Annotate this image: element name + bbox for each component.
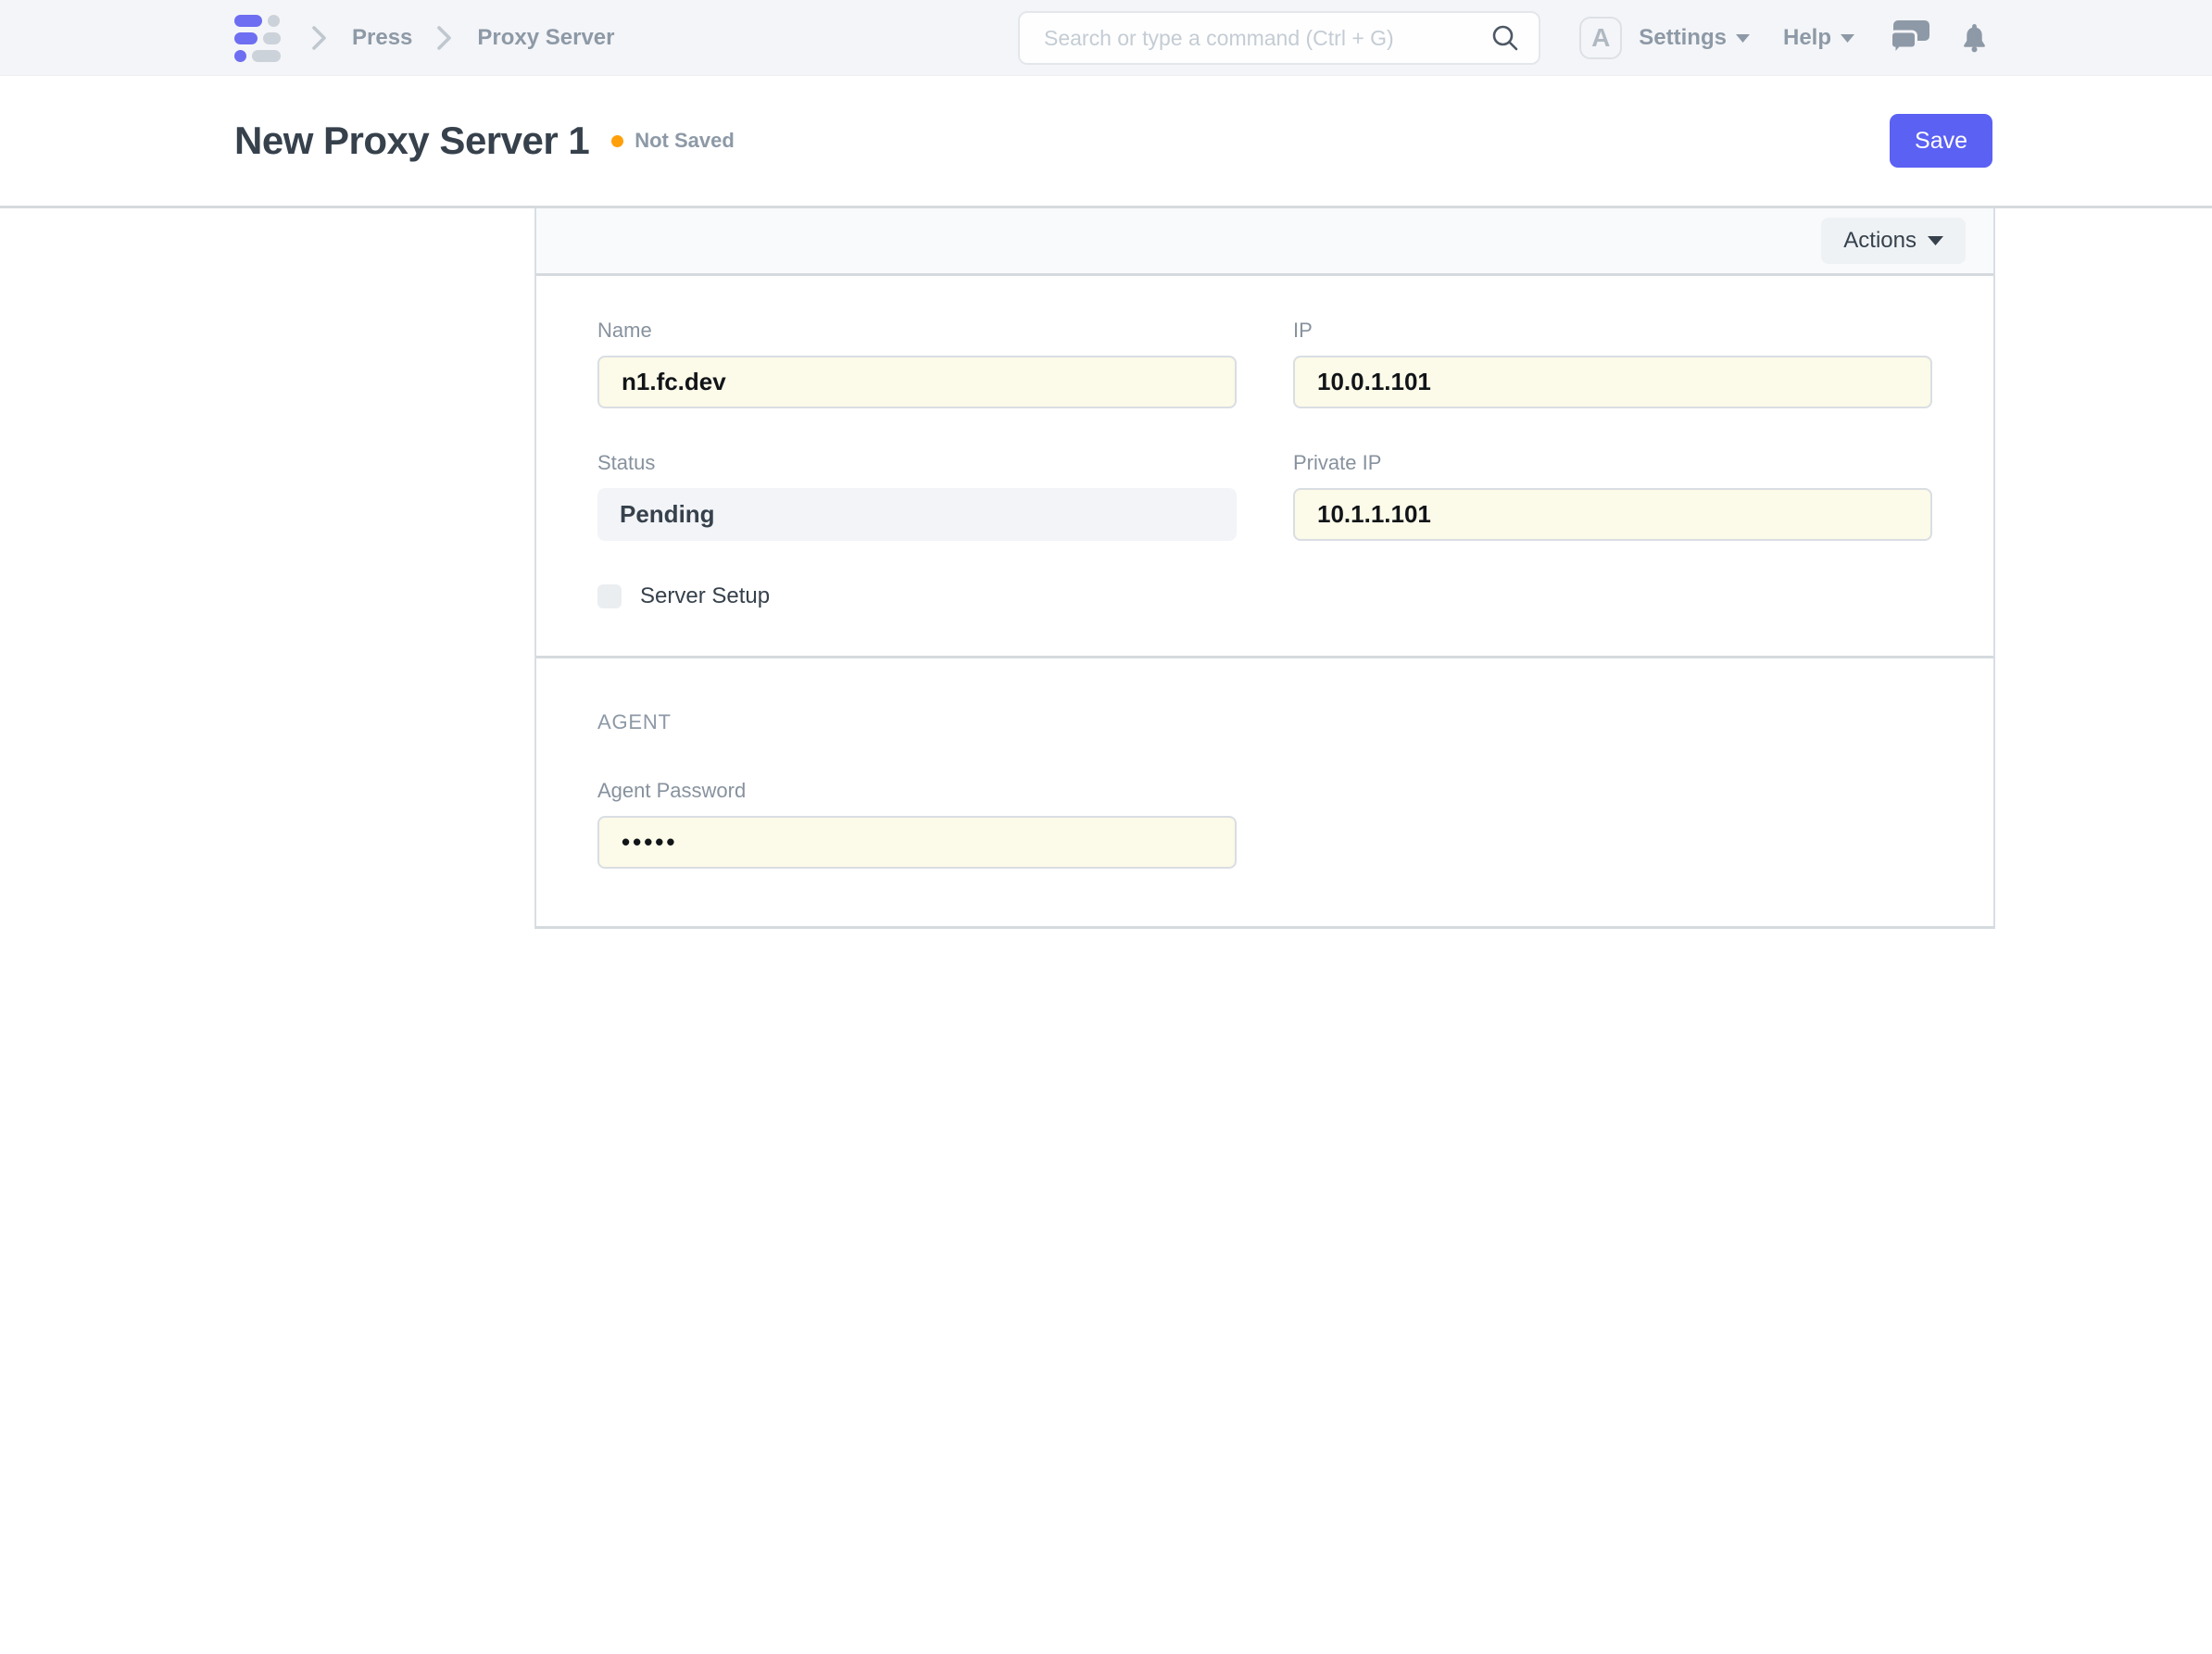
- name-input[interactable]: [597, 356, 1237, 408]
- breadcrumb-item-proxy-server[interactable]: Proxy Server: [477, 25, 614, 51]
- form-section-agent: AGENT Agent Password: [536, 658, 1993, 926]
- ip-input[interactable]: [1293, 356, 1932, 408]
- save-button[interactable]: Save: [1890, 114, 1992, 168]
- field-ip: IP: [1293, 319, 1932, 408]
- search-icon: [1492, 25, 1518, 51]
- name-label: Name: [597, 319, 652, 342]
- form-column-2: IP Private IP: [1293, 319, 1932, 609]
- unsaved-label: Not Saved: [635, 129, 735, 152]
- chat-icon[interactable]: [1890, 19, 1930, 56]
- chevron-right-icon: [312, 26, 326, 50]
- actions-label: Actions: [1843, 228, 1917, 253]
- agent-section-heading: AGENT: [597, 710, 672, 733]
- field-server-setup: Server Setup: [597, 583, 1237, 609]
- global-search: [1018, 11, 1540, 65]
- chevron-down-icon: [1735, 33, 1750, 43]
- form-section-main: Name Status Pending Server Setup IP: [536, 276, 1993, 656]
- form-card: Actions Name Status Pending Server Setu: [534, 208, 1995, 929]
- field-agent-password: Agent Password: [597, 779, 1237, 869]
- agent-password-input[interactable]: [597, 816, 1237, 869]
- breadcrumb-item-press[interactable]: Press: [352, 25, 412, 51]
- field-private-ip: Private IP: [1293, 451, 1932, 541]
- search-input[interactable]: [1044, 25, 1490, 51]
- status-value: Pending: [597, 488, 1237, 541]
- form-column-1: Name Status Pending Server Setup: [597, 319, 1237, 609]
- server-setup-label: Server Setup: [640, 583, 771, 608]
- page-title: New Proxy Server 1: [234, 119, 590, 162]
- status-label: Status: [597, 451, 656, 474]
- settings-menu[interactable]: Settings: [1639, 25, 1750, 51]
- page-head: New Proxy Server 1 Not Saved Save: [0, 76, 2212, 206]
- breadcrumb: Press Proxy Server: [311, 0, 615, 76]
- actions-dropdown-button[interactable]: Actions: [1821, 218, 1966, 264]
- help-label: Help: [1782, 25, 1831, 50]
- form-toolbar: Actions: [536, 208, 1993, 276]
- chevron-right-icon: [437, 26, 452, 50]
- field-name: Name: [597, 319, 1237, 408]
- field-status: Status Pending: [597, 451, 1237, 541]
- app-logo-icon[interactable]: [234, 15, 281, 62]
- avatar-letter: A: [1591, 23, 1611, 52]
- server-setup-checkbox[interactable]: [597, 584, 622, 608]
- navbar-right: A Settings Help: [1579, 0, 1987, 76]
- bell-icon[interactable]: [1962, 23, 1987, 53]
- avatar[interactable]: A: [1579, 17, 1623, 59]
- unsaved-dot-icon: [611, 134, 624, 147]
- settings-label: Settings: [1639, 25, 1727, 50]
- private-ip-label: Private IP: [1293, 451, 1382, 474]
- help-menu[interactable]: Help: [1783, 25, 1854, 51]
- navbar: Press Proxy Server A Settings Help: [0, 0, 2212, 76]
- agent-password-label: Agent Password: [597, 779, 747, 802]
- ip-label: IP: [1293, 319, 1313, 342]
- save-status-indicator: Not Saved: [611, 129, 735, 153]
- chevron-down-icon: [1841, 33, 1854, 43]
- private-ip-input[interactable]: [1293, 488, 1932, 541]
- chevron-down-icon: [1928, 236, 1943, 245]
